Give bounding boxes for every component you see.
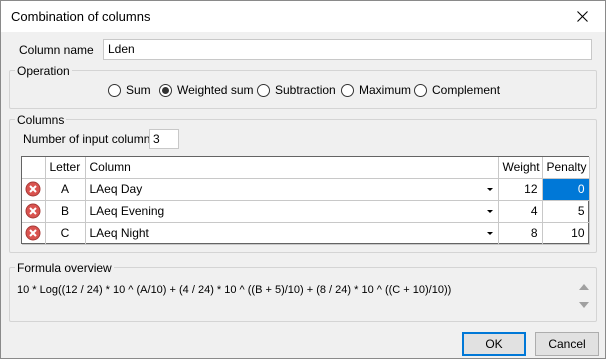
formula-text: 10 * Log((12 / 24) * 10 ^ (A/10) + (4 / … (17, 284, 452, 296)
header-icon (22, 157, 46, 179)
cell-column-value: LAeq Night (89, 226, 149, 240)
header-column: Column (85, 157, 499, 179)
header-penalty: Penalty (542, 157, 590, 179)
table-row: A LAeq Day 12 0 (22, 178, 590, 201)
header-weight: Weight (498, 157, 543, 179)
close-button[interactable] (559, 1, 605, 32)
radio-sum[interactable]: Sum (108, 83, 151, 97)
title-bar: Combination of columns (1, 1, 605, 32)
ok-button[interactable]: OK (462, 332, 526, 356)
column-name-label: Column name (19, 43, 94, 57)
table-row: C LAeq Night 8 10 (22, 222, 590, 245)
header-letter: Letter (45, 157, 86, 179)
columns-group-title: Columns (15, 113, 67, 127)
radio-subtraction-label: Subtraction (275, 83, 336, 97)
cell-weight[interactable]: 4 (498, 200, 543, 223)
delete-row-b-button[interactable] (22, 200, 46, 223)
input-count-field[interactable]: 3 (149, 129, 179, 149)
radio-weighted-sum-indicator (159, 83, 172, 97)
radio-sum-indicator (108, 83, 121, 97)
dropdown-arrow-icon[interactable] (482, 201, 498, 222)
cell-weight[interactable]: 12 (498, 178, 543, 201)
radio-maximum-label: Maximum (359, 83, 412, 97)
formula-group-title: Formula overview (15, 261, 114, 275)
radio-subtraction-indicator (257, 83, 270, 97)
cell-letter: A (45, 178, 86, 201)
operation-group-title: Operation (15, 64, 72, 78)
grid-header-row: Letter Column Weight Penalty (22, 157, 590, 179)
delete-row-c-button[interactable] (22, 222, 46, 245)
cancel-button[interactable]: Cancel (535, 332, 599, 356)
radio-complement-indicator (414, 83, 427, 97)
delete-icon (25, 181, 41, 197)
radio-complement-label: Complement (432, 83, 501, 97)
dropdown-arrow-icon[interactable] (482, 179, 498, 200)
dropdown-arrow-icon[interactable] (482, 223, 498, 244)
cell-column-select[interactable]: LAeq Evening (85, 200, 499, 223)
scroll-down-icon[interactable] (579, 302, 589, 308)
close-icon (576, 11, 588, 22)
radio-weighted-sum[interactable]: Weighted sum (159, 83, 253, 97)
columns-grid: Letter Column Weight Penalty A LAeq Day … (21, 156, 590, 245)
column-name-input[interactable]: Lden (103, 39, 592, 60)
cell-column-select[interactable]: LAeq Day (85, 178, 499, 201)
cell-weight[interactable]: 8 (498, 222, 543, 245)
input-count-label: Number of input columns (23, 132, 157, 146)
cell-penalty[interactable]: 0 (542, 178, 590, 201)
cell-letter: C (45, 222, 86, 245)
cell-penalty[interactable]: 10 (542, 222, 590, 245)
radio-sum-label: Sum (126, 83, 151, 97)
cell-column-select[interactable]: LAeq Night (85, 222, 499, 245)
cell-letter: B (45, 200, 86, 223)
scroll-up-icon[interactable] (579, 284, 589, 290)
table-row: B LAeq Evening 4 5 (22, 200, 590, 223)
dialog-window: Combination of columns Column name Lden … (0, 0, 606, 359)
cell-column-value: LAeq Evening (89, 204, 165, 218)
radio-weighted-sum-label: Weighted sum (177, 83, 254, 97)
radio-subtraction[interactable]: Subtraction (257, 83, 336, 97)
delete-icon (25, 225, 41, 241)
radio-maximum[interactable]: Maximum (341, 83, 411, 97)
delete-row-a-button[interactable] (22, 178, 46, 201)
cell-column-value: LAeq Day (89, 182, 143, 196)
radio-maximum-indicator (341, 83, 354, 97)
radio-complement[interactable]: Complement (414, 83, 500, 97)
cell-penalty[interactable]: 5 (542, 200, 590, 223)
dialog-title: Combination of columns (11, 9, 151, 24)
delete-icon (25, 203, 41, 219)
